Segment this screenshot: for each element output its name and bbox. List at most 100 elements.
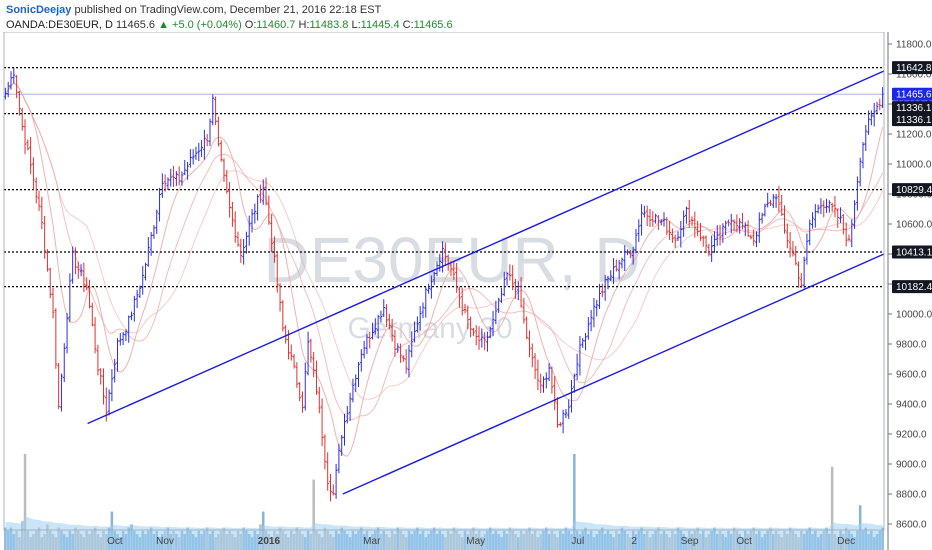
candle (858, 157, 862, 187)
author-link[interactable]: SonicDeejay (6, 4, 71, 16)
candle (713, 231, 716, 253)
candle (102, 368, 105, 405)
candle (556, 397, 559, 428)
candle (96, 344, 100, 376)
candle (326, 452, 330, 491)
candle (205, 134, 209, 147)
candle (6, 81, 10, 98)
channel-upper-line[interactable] (87, 70, 885, 425)
high-value: 11483.8 (309, 19, 349, 31)
candle (74, 247, 77, 274)
y-tick-label: 11200.0 (896, 130, 932, 141)
candle (23, 119, 27, 155)
candle (289, 344, 293, 361)
candle (819, 198, 823, 215)
candle (542, 376, 545, 393)
candle (799, 273, 803, 288)
price-badge: 11642.8 (892, 61, 932, 74)
y-tick-label: 11800.0 (896, 40, 932, 51)
x-tick-label: 2016 (258, 536, 281, 547)
candle (794, 246, 798, 266)
svg-text:11336.1: 11336.1 (896, 103, 932, 114)
candle (253, 203, 257, 224)
candle (707, 243, 711, 257)
watermark: DE30EUR, D Germany 30 (264, 224, 641, 345)
candle (334, 463, 338, 499)
price-badge: 11336.1 (892, 113, 932, 126)
candle (592, 297, 596, 328)
candle (359, 349, 363, 372)
candle (682, 210, 686, 237)
candle (340, 435, 344, 456)
candle (107, 389, 111, 416)
candle (216, 116, 220, 147)
x-tick-label: 2 (631, 536, 637, 547)
candle (261, 179, 265, 205)
candle (284, 325, 288, 344)
x-tick-label: Dec (837, 536, 855, 547)
candle (219, 140, 223, 162)
candle (233, 211, 237, 243)
candle (65, 313, 69, 354)
candle (191, 149, 195, 165)
candle (648, 208, 652, 227)
candle (654, 213, 657, 224)
price-chart[interactable]: DE30EUR, D Germany 30 11800.011600.01140… (0, 32, 932, 550)
candle (138, 285, 142, 298)
candle (62, 343, 66, 382)
candle (808, 219, 812, 246)
candle (813, 204, 817, 228)
candle (640, 204, 643, 236)
candle (57, 362, 61, 410)
price-badges: 11642.8 11465.6 11336.111336.1 10829.4 10413… (892, 61, 932, 293)
candle (4, 87, 7, 100)
close-value: 11465.6 (413, 19, 453, 31)
candle (407, 345, 411, 378)
y-tick-label: 8600.0 (896, 520, 927, 531)
candle (749, 234, 753, 240)
candle (589, 309, 593, 332)
candle (822, 200, 826, 218)
candle (785, 223, 789, 249)
candle (746, 220, 750, 237)
price-badge: 10182.4 (892, 280, 932, 293)
candle (76, 261, 80, 279)
publish-info: published on TradingView.com, December 2… (74, 4, 382, 16)
candle (710, 235, 714, 263)
candle (152, 225, 156, 239)
publish-line: SonicDeejay published on TradingView.com… (6, 3, 453, 18)
candle (727, 219, 730, 227)
x-tick-label: Jul (571, 536, 584, 547)
candle (113, 358, 117, 383)
candle (20, 107, 24, 131)
candle (118, 333, 122, 346)
candle (155, 209, 159, 234)
candle (561, 409, 565, 434)
candle (872, 102, 876, 127)
candle (228, 182, 232, 218)
candle (844, 222, 848, 247)
candle (51, 288, 55, 319)
y-tick-label: 9600.0 (896, 370, 927, 381)
candle (878, 98, 882, 111)
candle (760, 212, 764, 224)
candle (130, 311, 133, 321)
candle (174, 171, 178, 186)
candle (575, 353, 579, 381)
candle (298, 382, 302, 402)
high-label: H: (298, 19, 310, 31)
candle (855, 176, 859, 211)
candle (869, 110, 873, 126)
candle (259, 184, 262, 204)
candle (54, 308, 58, 369)
candle (110, 369, 114, 402)
candle (177, 166, 181, 186)
candle (202, 129, 206, 160)
candle (256, 194, 260, 221)
candle (180, 171, 184, 186)
watermark-symbol: DE30EUR, D (264, 224, 641, 296)
x-tick-label: Oct (736, 536, 752, 547)
candle (214, 96, 217, 126)
candle (245, 231, 248, 254)
candle (121, 332, 125, 345)
